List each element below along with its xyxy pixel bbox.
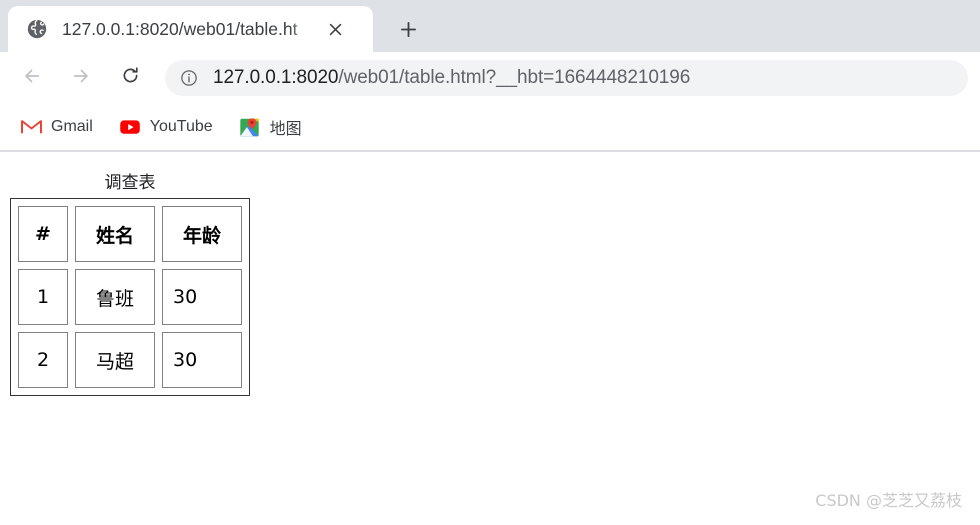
cell-index: 2 [18,332,68,388]
forward-button[interactable] [63,60,99,96]
bookmark-label: Gmail [51,118,93,135]
column-header-name: 姓名 [75,206,155,262]
bookmark-gmail[interactable]: Gmail [16,111,103,143]
bookmark-maps[interactable]: 地图 [235,111,312,143]
close-icon[interactable] [320,14,350,44]
cell-age: 30 [162,332,242,388]
address-bar[interactable]: 127.0.0.1:8020/web01/table.html?__hbt=16… [165,60,968,96]
reload-icon [120,65,141,91]
cell-name: 鲁班 [75,269,155,325]
cell-name: 马超 [75,332,155,388]
page-viewport: 调查表 # 姓名 年龄 1 鲁班 30 2 马超 30 CSDN @芝芝又荔枝 [0,152,980,525]
google-maps-icon [239,116,261,138]
cell-index: 1 [18,269,68,325]
globe-icon [26,18,48,40]
tab-title: 127.0.0.1:8020/web01/table.ht [62,18,298,39]
arrow-left-icon [21,65,43,92]
table-header-row: # 姓名 年龄 [18,206,242,262]
bookmark-label: 地图 [269,121,302,138]
column-header-age: 年龄 [162,206,242,262]
gmail-icon [20,116,42,138]
back-button[interactable] [14,60,50,96]
url-path: /web01/table.html?__hbt=1664448210196 [338,67,691,88]
table-row: 2 马超 30 [18,332,242,388]
url-host: 127.0.0.1:8020 [213,67,339,88]
new-tab-button[interactable] [387,8,429,50]
column-header-index: # [18,206,68,262]
info-circle-icon[interactable] [179,68,199,88]
bookmarks-bar: Gmail YouTube 地图 [0,104,980,152]
tab-strip: 127.0.0.1:8020/web01/table.ht [0,0,980,52]
table-body: 1 鲁班 30 2 马超 30 [18,269,242,388]
bookmark-label: YouTube [149,118,213,135]
youtube-icon [119,116,141,138]
arrow-right-icon [70,65,92,92]
cell-age: 30 [162,269,242,325]
bookmark-youtube[interactable]: YouTube [115,111,223,143]
survey-table: 调查表 # 姓名 年龄 1 鲁班 30 2 马超 30 [10,168,250,396]
table-row: 1 鲁班 30 [18,269,242,325]
browser-toolbar: 127.0.0.1:8020/web01/table.html?__hbt=16… [0,52,980,104]
table-caption: 调查表 [104,173,156,193]
browser-tab[interactable]: 127.0.0.1:8020/web01/table.ht [8,6,373,52]
reload-button[interactable] [112,60,148,96]
table-head: # 姓名 年龄 [18,206,242,262]
watermark: CSDN @芝芝又荔枝 [815,491,962,510]
url-text: 127.0.0.1:8020/web01/table.html?__hbt=16… [213,67,690,89]
